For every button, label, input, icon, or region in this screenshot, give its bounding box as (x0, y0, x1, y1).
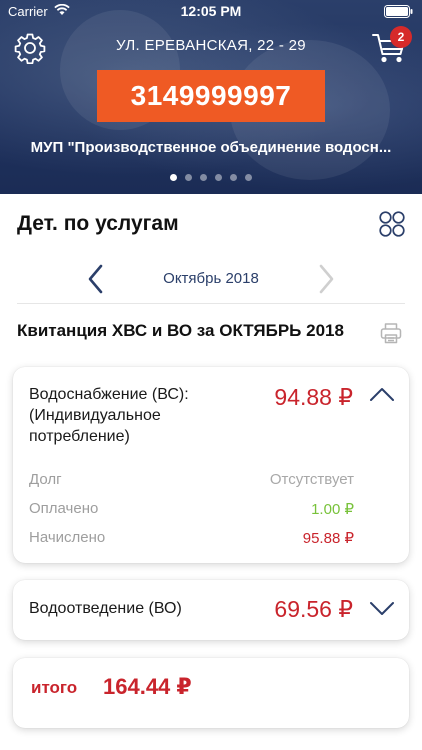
status-bar: Carrier 12:05 PM (0, 0, 422, 22)
header-banner: Carrier 12:05 PM УЛ. ЕРЕВАНСКАЯ, 22 - 29… (0, 0, 422, 194)
page-title: Дет. по услугам (17, 212, 179, 235)
carousel-dot[interactable] (215, 174, 222, 181)
service-card-drainage[interactable]: Водоотведение (ВО) 69.56 ₽ (13, 580, 409, 640)
service-name: Водоотведение (ВО) (29, 600, 182, 617)
chevron-down-icon[interactable] (369, 599, 395, 617)
carousel-dot[interactable] (230, 174, 237, 181)
carousel-page-indicator[interactable] (0, 174, 422, 181)
cart-count-badge: 2 (390, 26, 412, 48)
chevron-right-icon[interactable] (316, 263, 336, 295)
organization-name: МУП "Производственное объединение водосн… (30, 139, 392, 156)
grid-view-icon[interactable] (378, 210, 406, 238)
detail-value: 95.88 ₽ (302, 530, 354, 547)
current-month-label: Октябрь 2018 (163, 270, 259, 287)
service-name: Водоснабжение (ВС): (Индивидуальное потр… (29, 386, 189, 445)
total-amount: 164.44 ₽ (103, 674, 192, 699)
carousel-dot[interactable] (200, 174, 207, 181)
total-label: итого (31, 678, 78, 697)
total-card: итого 164.44 ₽ (13, 658, 409, 728)
service-amount: 94.88 ₽ (274, 384, 353, 410)
service-amount: 69.56 ₽ (274, 596, 353, 622)
printer-icon[interactable] (380, 322, 402, 344)
carousel-dot[interactable] (245, 174, 252, 181)
detail-label: Оплачено (29, 500, 99, 517)
battery-icon (384, 5, 413, 18)
detail-label: Начислено (29, 529, 106, 546)
carousel-dot[interactable] (170, 174, 177, 181)
receipt-title: Квитанция ХВС и ВО за ОКТЯБРЬ 2018 (17, 321, 344, 340)
status-time: 12:05 PM (180, 3, 242, 19)
account-number[interactable]: 3149999997 (97, 70, 325, 122)
service-card-water-supply[interactable]: Водоснабжение (ВС): (Индивидуальное потр… (13, 367, 409, 563)
divider (17, 303, 405, 304)
detail-value: 1.00 ₽ (311, 501, 354, 518)
settings-gear-icon[interactable] (14, 32, 46, 64)
detail-row-debt: Долг Отсутствует (29, 471, 354, 491)
month-selector: Октябрь 2018 (0, 258, 422, 302)
detail-label: Долг (29, 471, 62, 488)
carousel-dot[interactable] (185, 174, 192, 181)
chevron-up-icon[interactable] (369, 385, 395, 403)
detail-value: Отсутствует (269, 471, 354, 488)
detail-row-paid: Оплачено 1.00 ₽ (29, 500, 354, 520)
address-label[interactable]: УЛ. ЕРЕВАНСКАЯ, 22 - 29 (60, 37, 362, 54)
detail-row-charged: Начислено 95.88 ₽ (29, 529, 354, 549)
